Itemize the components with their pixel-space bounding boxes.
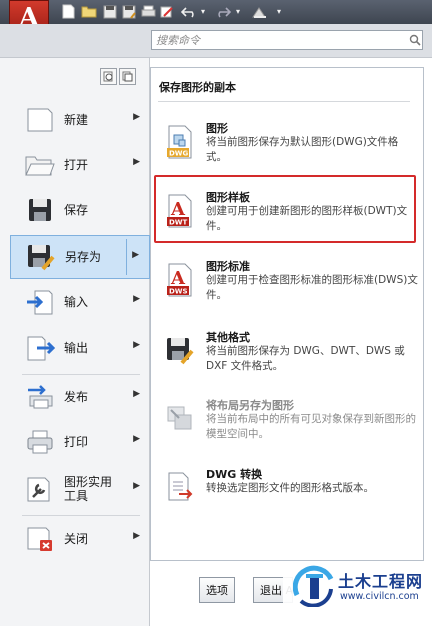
redo-dropdown-icon[interactable]: ▾: [233, 3, 243, 20]
watermark-url: www.civilcn.com: [340, 591, 419, 602]
import-icon: [23, 287, 57, 317]
chevron-right-icon[interactable]: ▶: [133, 340, 140, 350]
close-document-icon: [23, 524, 57, 554]
recent-documents-icon[interactable]: [100, 68, 117, 85]
dwg-file-icon: DWG: [165, 124, 195, 160]
menu-item-import[interactable]: 输入 ▶: [10, 280, 150, 324]
save-option-3[interactable]: 其他格式 将当前图形保存为 DWG、DWT、DWS 或 DXF 文件格式。: [165, 329, 415, 385]
option-title: 将布局另存为图形: [206, 399, 294, 412]
chevron-right-icon[interactable]: ▶: [132, 250, 139, 260]
option-description: 创建可用于检查图形标准的图形标准(DWS)文件。: [206, 274, 418, 301]
search-icon[interactable]: [408, 31, 422, 49]
menu-item-label: 保存: [64, 203, 89, 217]
open-folder-icon: [23, 150, 57, 180]
save-option-4: 将布局另存为图形 将当前布局中的所有可见对象保存到新图形的模型空间中。: [165, 397, 416, 453]
menu-item-label: 输入: [64, 295, 89, 309]
menu-item-open[interactable]: 打开 ▶: [10, 143, 150, 187]
option-description: 将当前图形保存为默认图形(DWG)文件格式。: [206, 136, 399, 163]
menu-item-label: 打印: [64, 435, 89, 449]
menu-divider: [22, 515, 140, 516]
panel-title: 保存图形的副本: [159, 81, 236, 94]
save-option-0[interactable]: DWG 图形 将当前图形保存为默认图形(DWG)文件格式。: [165, 120, 415, 176]
menu-item-label: 发布: [64, 390, 89, 404]
redo-icon[interactable]: [214, 3, 231, 20]
qsaveas-icon[interactable]: [120, 3, 137, 20]
search-input[interactable]: [151, 30, 423, 50]
menu-item-label: 输出: [64, 341, 89, 355]
option-title: 图形标准: [206, 260, 250, 273]
save-option-2[interactable]: A DWS 图形标准 创建可用于检查图形标准的图形标准(DWS)文件。: [165, 258, 418, 314]
export-icon: [23, 333, 57, 363]
option-description: 将当前图形保存为 DWG、DWT、DWS 或 DXF 文件格式。: [206, 345, 405, 372]
svg-text:A: A: [170, 268, 186, 289]
save-option-5[interactable]: DWG 转换 转换选定图形文件的图形格式版本。: [165, 466, 415, 522]
publish-icon: [23, 382, 57, 412]
menu-item-label: 另存为: [65, 250, 102, 264]
option-description: 将当前布局中的所有可见对象保存到新图形的模型空间中。: [206, 413, 416, 440]
printer-icon: [23, 427, 57, 457]
option-title: DWG 转换: [206, 468, 263, 481]
save-as-icon: [24, 242, 58, 272]
layout-to-drawing-icon: [165, 401, 195, 437]
option-title: 其他格式: [206, 331, 250, 344]
menu-item-label: 打开: [64, 158, 89, 172]
chevron-right-icon[interactable]: ▶: [133, 294, 140, 304]
chevron-right-icon[interactable]: ▶: [133, 531, 140, 541]
option-title: 图形: [206, 122, 228, 135]
qplot-icon[interactable]: [158, 3, 175, 20]
submenu-separator: [126, 239, 127, 275]
wrench-icon: [23, 474, 57, 504]
menu-item-publish[interactable]: 发布 ▶: [10, 375, 150, 419]
chevron-right-icon[interactable]: ▶: [133, 157, 140, 167]
option-description: 转换选定图形文件的图形格式版本。: [206, 482, 374, 494]
chevron-right-icon[interactable]: ▶: [133, 481, 140, 491]
title-divider: [158, 101, 410, 102]
menu-item-saveas[interactable]: 另存为 ▶: [10, 235, 150, 279]
menu-item-new[interactable]: 新建 ▶: [10, 98, 150, 142]
qsave-icon[interactable]: [101, 3, 118, 20]
chevron-right-icon[interactable]: ▶: [133, 389, 140, 399]
highlight-annotation: [154, 175, 416, 243]
chevron-right-icon[interactable]: ▶: [133, 434, 140, 444]
qopen-icon[interactable]: [80, 3, 97, 20]
menu-item-save[interactable]: 保存: [10, 188, 150, 232]
svg-text:DWS: DWS: [169, 288, 188, 296]
options-button[interactable]: 选项: [199, 577, 235, 603]
undo-dropdown-icon[interactable]: ▾: [198, 3, 208, 20]
menu-item-label: 图形实用工具: [64, 475, 113, 503]
qnew-icon[interactable]: [60, 3, 77, 20]
menu-item-print[interactable]: 打印 ▶: [10, 420, 150, 464]
menu-item-utilities[interactable]: 图形实用工具 ▶: [10, 467, 150, 511]
menu-item-close[interactable]: 关闭 ▶: [10, 517, 150, 561]
match-properties-icon[interactable]: [251, 3, 268, 20]
new-file-icon: [23, 105, 57, 135]
dws-file-icon: A DWS: [165, 262, 195, 298]
chevron-right-icon[interactable]: ▶: [133, 112, 140, 122]
svg-text:DWG: DWG: [169, 150, 189, 158]
qprint-icon[interactable]: [140, 3, 157, 20]
save-other-formats-icon: [165, 333, 195, 369]
save-icon: [23, 195, 57, 225]
open-documents-icon[interactable]: [119, 68, 136, 85]
dwg-convert-icon: [165, 470, 195, 506]
watermark-title: 土木工程网: [338, 572, 424, 591]
undo-icon[interactable]: [180, 3, 197, 20]
customize-toolbar-icon[interactable]: ▾: [273, 3, 285, 20]
menu-item-label: 新建: [64, 113, 89, 127]
menu-divider: [22, 374, 140, 375]
menu-item-label: 关闭: [64, 532, 89, 546]
menu-item-export[interactable]: 输出 ▶: [10, 326, 150, 370]
civilcn-logo-icon: [292, 565, 335, 608]
